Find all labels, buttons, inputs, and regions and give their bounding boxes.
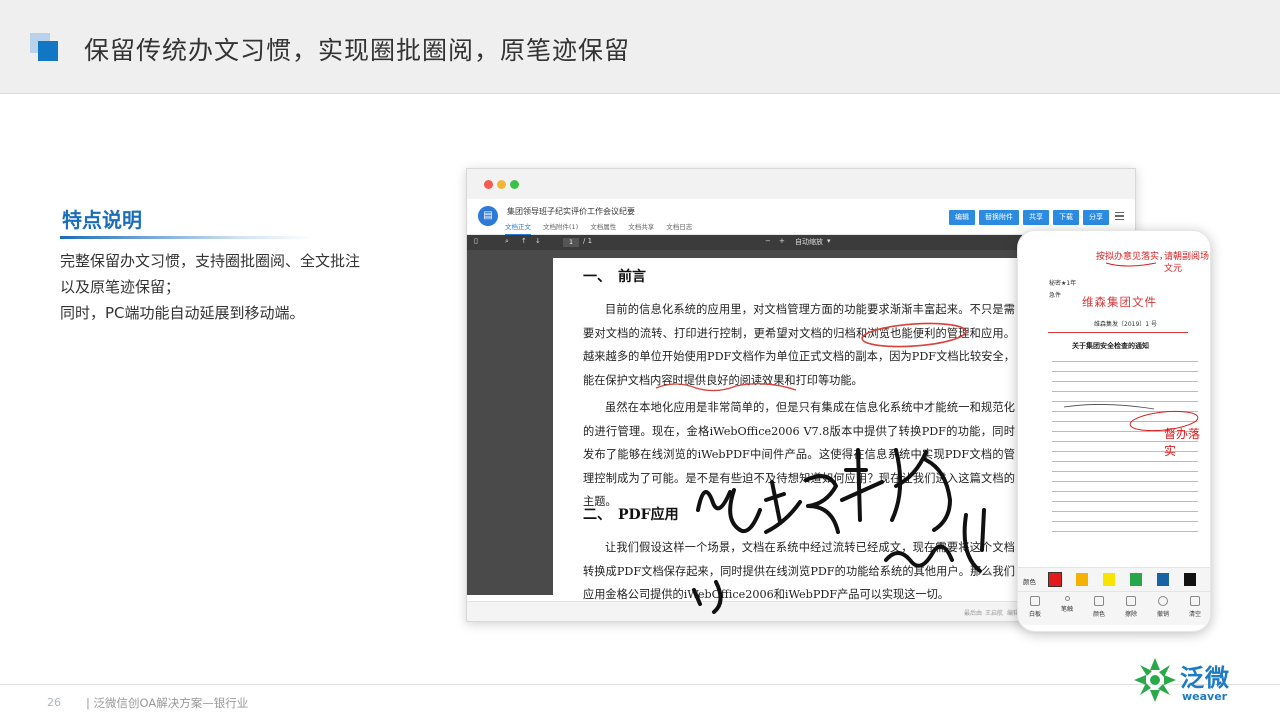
tool-label: 擦除 <box>1124 611 1137 618</box>
color-swatch-black[interactable] <box>1184 573 1196 586</box>
tool-label: 清空 <box>1188 611 1201 618</box>
pen-icon <box>1030 596 1040 606</box>
color-swatch-blue[interactable] <box>1157 573 1169 586</box>
sidebar-toggle-icon[interactable]: ▯ <box>474 237 478 245</box>
color-swatch-red[interactable] <box>1048 572 1062 587</box>
color-palette: 颜色 <box>1018 567 1210 591</box>
pdf-page: 一、 前言 目前的信息化系统的应用里，对文档管理方面的功能要求渐渐丰富起来。不只… <box>553 258 1029 603</box>
header-square-dark <box>38 41 58 61</box>
download-button[interactable]: 下载 <box>1053 210 1079 225</box>
clear-icon <box>1190 596 1200 606</box>
footer-text: | 泛微信创OA解决方案—银行业 <box>86 696 249 710</box>
logo-text-en: weaver <box>1182 690 1228 703</box>
tool-label: 白板 <box>1028 611 1041 618</box>
status-last-edited: 最后由 <box>964 610 983 617</box>
document-app-icon: ▤ <box>478 206 498 226</box>
weaver-logo-icon <box>1134 658 1176 702</box>
search-icon[interactable]: ⌕ <box>505 237 509 246</box>
share-button[interactable]: 共享 <box>1023 210 1049 225</box>
zoom-out-button[interactable]: − <box>765 237 771 245</box>
annotation-tools: 白板 笔触 颜色 擦除 撤销 清空 <box>1018 591 1210 625</box>
tab-log[interactable]: 文档日志 <box>666 221 692 235</box>
feature-line-1: 完整保留办文习惯，支持圈批圈阅、全文批注 <box>60 252 361 270</box>
color-tool[interactable]: 颜色 <box>1087 596 1111 618</box>
header-band: 保留传统办文习惯，实现圈批圈阅，原笔迹保留 <box>0 0 1280 94</box>
replace-attachment-button[interactable]: 替换附件 <box>979 210 1019 225</box>
page-up-icon[interactable]: ↑ <box>521 237 527 245</box>
color-swatch-yellow[interactable] <box>1103 573 1115 586</box>
logo-text-cn: 泛微 <box>1180 664 1230 692</box>
undo-tool[interactable]: 撤销 <box>1151 596 1175 618</box>
page-total: / 1 <box>583 237 593 245</box>
minimize-dot-icon[interactable] <box>497 180 506 189</box>
clear-tool[interactable]: 清空 <box>1183 596 1207 618</box>
mobile-phone: 按拟办意见落实， 请朝副阅场文元 秘密★1年 急件 维森集团文件 维森集发〔20… <box>1017 230 1211 632</box>
palette-label: 颜色 <box>1023 578 1036 586</box>
undo-icon <box>1158 596 1168 606</box>
document-title: 集团领导班子纪实评价工作会议纪要 <box>507 207 635 216</box>
window-titlebar <box>467 169 1135 199</box>
feature-description: 完整保留办文习惯，支持圈批圈阅、全文批注 以及原笔迹保留； 同时，PC端功能自动… <box>60 248 400 326</box>
tab-attachments[interactable]: 文档附件(1) <box>543 221 578 235</box>
paragraph-2: 虽然在本地化应用是非常简单的，但是只有集成在信息化系统中才能统一和规范化的进行管… <box>583 401 1015 508</box>
zoom-select[interactable]: 自动缩放 <box>795 237 823 247</box>
color-swatch-orange[interactable] <box>1076 573 1088 586</box>
menu-icon[interactable] <box>1115 212 1124 220</box>
status-editor-name: 王启航 <box>985 610 1004 617</box>
whiteboard-tool[interactable]: 白板 <box>1023 596 1047 618</box>
tab-share[interactable]: 文档共享 <box>628 221 654 235</box>
page-title: 保留传统办文习惯，实现圈批圈阅，原笔迹保留 <box>84 36 631 65</box>
tool-label: 笔触 <box>1060 606 1073 613</box>
close-dot-icon[interactable] <box>484 180 493 189</box>
footer-divider <box>0 684 1280 685</box>
eraser-icon <box>1126 596 1136 606</box>
toolbar-buttons: 编辑 替换附件 共享 下载 分享 <box>949 210 1109 225</box>
dot-icon <box>1064 596 1070 601</box>
feature-line-3: 同时，PC端功能自动延展到移动端。 <box>60 304 305 322</box>
page-number-input[interactable]: 1 <box>563 238 579 247</box>
page-number: 26 <box>47 696 61 709</box>
section-heading-1: 一、 前言 <box>583 269 646 285</box>
slide: 保留传统办文习惯，实现圈批圈阅，原笔迹保留 特点说明 完整保留办文习惯，支持圈批… <box>0 0 1280 720</box>
edit-button[interactable]: 编辑 <box>949 210 975 225</box>
tool-label: 颜色 <box>1092 611 1105 618</box>
forward-button[interactable]: 分享 <box>1083 210 1109 225</box>
grid-icon <box>1094 596 1104 606</box>
maximize-dot-icon[interactable] <box>510 180 519 189</box>
zoom-in-button[interactable]: + <box>779 237 785 245</box>
phone-ink-overlay <box>1063 262 1199 432</box>
feature-heading: 特点说明 <box>62 208 142 232</box>
feature-line-2: 以及原笔迹保留； <box>60 278 181 296</box>
paragraph-3: 让我们假设这样一个场景，文档在系统中经过流转已经成文，现在需要将这个文档转换成P… <box>583 541 1015 601</box>
tool-label: 撤销 <box>1156 611 1169 618</box>
color-swatch-green[interactable] <box>1130 573 1142 586</box>
document-tabs: 文档正文 文档附件(1) 文档属性 文档共享 文档日志 <box>505 221 692 235</box>
weaver-logo: 泛微 weaver <box>1132 656 1242 706</box>
erase-tool[interactable]: 擦除 <box>1119 596 1143 618</box>
tab-document-body[interactable]: 文档正文 <box>505 221 531 235</box>
paragraph-1: 目前的信息化系统的应用里，对文档管理方面的功能要求渐渐丰富起来。不只是需要对文档… <box>583 303 1015 387</box>
tab-properties[interactable]: 文档属性 <box>590 221 616 235</box>
page-down-icon[interactable]: ↓ <box>535 237 541 245</box>
chevron-down-icon: ▾ <box>827 237 831 245</box>
feature-underline <box>60 236 315 239</box>
phone-document: 按拟办意见落实， 请朝副阅场文元 秘密★1年 急件 维森集团文件 维森集发〔20… <box>1024 241 1209 567</box>
stroke-tool[interactable]: 笔触 <box>1055 596 1079 613</box>
section-heading-2: 二、 PDF应用 <box>583 507 679 523</box>
